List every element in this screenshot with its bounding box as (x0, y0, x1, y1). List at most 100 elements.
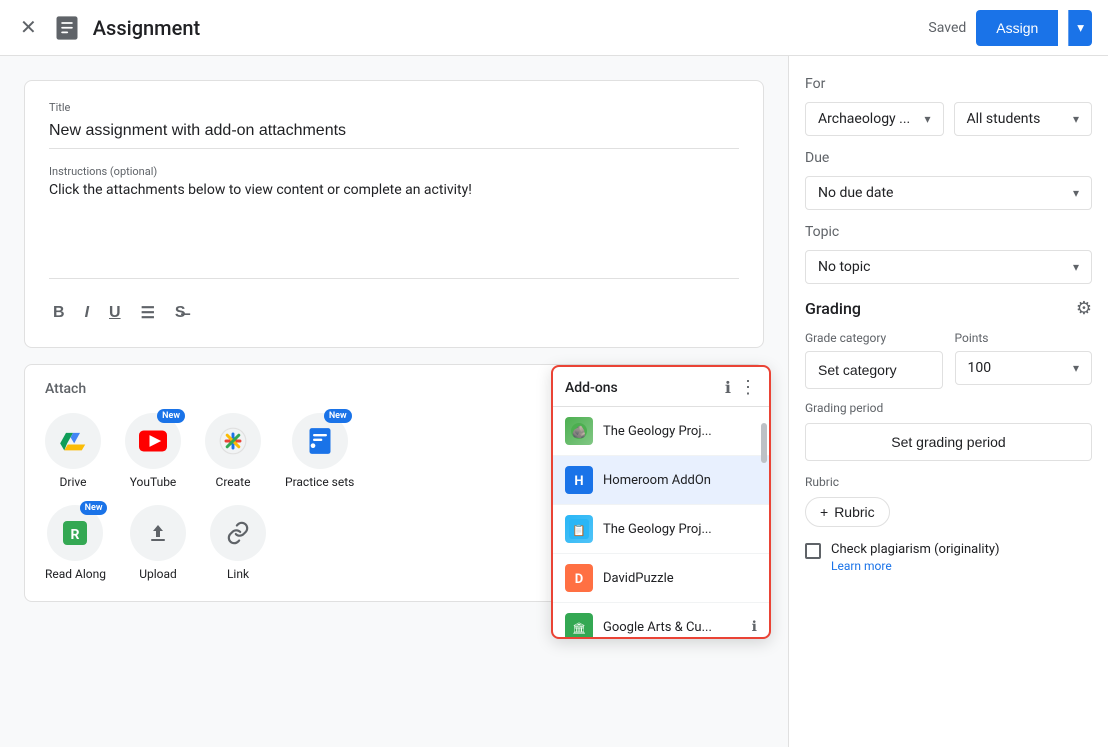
plagiarism-checkbox[interactable] (805, 543, 821, 559)
topic-label: Topic (805, 224, 1092, 240)
attach-read-along[interactable]: New R Read Along (45, 505, 106, 581)
set-grading-period-button[interactable]: Set grading period (805, 423, 1092, 461)
addon-homeroom-icon: H (565, 466, 593, 494)
upload-icon-circle (130, 505, 186, 561)
addon-geology1[interactable]: 🪨 The Geology Proj... (553, 407, 769, 456)
drive-label: Drive (60, 475, 87, 489)
grading-gear-icon[interactable]: ⚙ (1076, 298, 1092, 319)
title-label: Title (49, 101, 739, 114)
addons-scrollbar[interactable] (761, 415, 767, 635)
attach-drive[interactable]: Drive (45, 413, 101, 489)
plagiarism-text-block: Check plagiarism (originality) Learn mor… (831, 541, 1000, 573)
chevron-down-icon: ▾ (1077, 20, 1084, 36)
plus-icon: + (820, 504, 828, 520)
list-button[interactable]: ☰ (137, 299, 159, 327)
students-dropdown[interactable]: All students ▾ (954, 102, 1093, 136)
attach-upload[interactable]: Upload (130, 505, 186, 581)
side-panel: For Archaeology ... ▾ All students ▾ Due… (788, 56, 1108, 747)
youtube-new-badge: New (157, 409, 185, 423)
due-label: Due (805, 150, 1092, 166)
topbar-right: Saved Assign ▾ (928, 10, 1092, 46)
close-button[interactable]: ✕ (16, 11, 41, 44)
link-icon (225, 520, 251, 546)
title-input[interactable] (49, 118, 739, 149)
svg-text:H: H (574, 474, 583, 489)
topic-chevron-icon: ▾ (1073, 260, 1079, 274)
drive-icon-circle (45, 413, 101, 469)
instructions-input[interactable]: Click the attachments below to view cont… (49, 182, 739, 262)
attach-practice-sets[interactable]: New Practice sets (285, 413, 354, 489)
create-icon (219, 427, 247, 455)
plagiarism-row: Check plagiarism (originality) Learn mor… (805, 541, 1092, 573)
svg-text:D: D (575, 572, 583, 587)
assign-dropdown-button[interactable]: ▾ (1068, 10, 1092, 46)
create-label: Create (216, 475, 251, 489)
saved-status: Saved (928, 20, 966, 36)
addons-header-icons: ℹ ⋮ (725, 377, 757, 398)
link-icon-circle (210, 505, 266, 561)
upload-label: Upload (139, 567, 177, 581)
points-chevron-icon: ▾ (1073, 361, 1079, 375)
italic-button[interactable]: I (81, 300, 93, 326)
addon-davidpuzzle-name: DavidPuzzle (603, 571, 757, 586)
addon-google-arts[interactable]: 🏛 Google Arts & Cu... ℹ (553, 603, 769, 637)
rubric-section: Rubric + Rubric (805, 475, 1092, 527)
attach-create[interactable]: Create (205, 413, 261, 489)
points-value: 100 (968, 360, 992, 376)
addons-info-button[interactable]: ℹ (725, 378, 731, 398)
addon-geology1-name: The Geology Proj... (603, 424, 757, 439)
attach-link[interactable]: Link (210, 505, 266, 581)
read-along-label: Read Along (45, 567, 106, 581)
formatting-toolbar: B I U ☰ S̶ (49, 291, 739, 327)
read-along-new-badge: New (80, 501, 108, 515)
addon-homeroom[interactable]: H Homeroom AddOn (553, 456, 769, 505)
page-content: Title Instructions (optional) Click the … (0, 56, 1108, 747)
students-chevron-icon: ▾ (1073, 112, 1079, 126)
addon-davidpuzzle-icon: D (565, 564, 593, 592)
practice-sets-icon-circle: New (292, 413, 348, 469)
assignment-details-card: Title Instructions (optional) Click the … (24, 80, 764, 348)
addon-google-arts-info[interactable]: ℹ (752, 619, 757, 635)
due-value: No due date (818, 185, 893, 201)
for-label: For (805, 76, 1092, 92)
bold-button[interactable]: B (49, 300, 69, 326)
rubric-button-label: Rubric (834, 504, 874, 520)
topic-dropdown[interactable]: No topic ▾ (805, 250, 1092, 284)
strikethrough-button[interactable]: S̶ (171, 300, 190, 326)
points-dropdown[interactable]: 100 ▾ (955, 351, 1093, 385)
learn-more-link[interactable]: Learn more (831, 559, 1000, 573)
add-rubric-button[interactable]: + Rubric (805, 497, 890, 527)
addon-davidpuzzle[interactable]: D DavidPuzzle (553, 554, 769, 603)
read-along-icon-circle: New R (47, 505, 103, 561)
underline-button[interactable]: U (105, 300, 125, 326)
class-dropdown[interactable]: Archaeology ... ▾ (805, 102, 944, 136)
grading-period-label: Grading period (805, 401, 1092, 415)
assign-button[interactable]: Assign (976, 10, 1058, 46)
instructions-label: Instructions (optional) (49, 165, 739, 178)
addons-menu-button[interactable]: ⋮ (739, 377, 757, 398)
practice-sets-icon (307, 427, 333, 455)
youtube-icon (139, 430, 167, 452)
addon-geology2-name: The Geology Proj... (603, 522, 757, 537)
svg-text:🏛: 🏛 (572, 622, 586, 635)
grade-category-label: Grade category (805, 331, 943, 345)
class-value: Archaeology ... (818, 111, 910, 127)
addons-list: 🪨 The Geology Proj... H Homeroom AddOn (553, 407, 769, 637)
practice-sets-new-badge: New (324, 409, 352, 423)
attach-card: Attach Drive New (24, 364, 764, 602)
due-dropdown[interactable]: No due date ▾ (805, 176, 1092, 210)
class-chevron-icon: ▾ (924, 112, 930, 126)
addons-scrollbar-thumb (761, 423, 767, 463)
grading-title: Grading (805, 299, 861, 318)
addons-popup: Add-ons ℹ ⋮ 🪨 The Geology Proj... (551, 365, 771, 639)
page-title: Assignment (93, 16, 200, 40)
addon-geology2[interactable]: 📋 The Geology Proj... (553, 505, 769, 554)
plagiarism-label: Check plagiarism (originality) (831, 542, 1000, 557)
addon-homeroom-name: Homeroom AddOn (603, 473, 757, 488)
set-category-button[interactable]: Set category (805, 351, 943, 389)
svg-text:🪨: 🪨 (572, 425, 587, 439)
addon-geology1-icon: 🪨 (565, 417, 593, 445)
create-icon-circle (205, 413, 261, 469)
attach-youtube[interactable]: New YouTube (125, 413, 181, 489)
grade-row: Grade category Set category Points 100 ▾ (805, 331, 1092, 389)
